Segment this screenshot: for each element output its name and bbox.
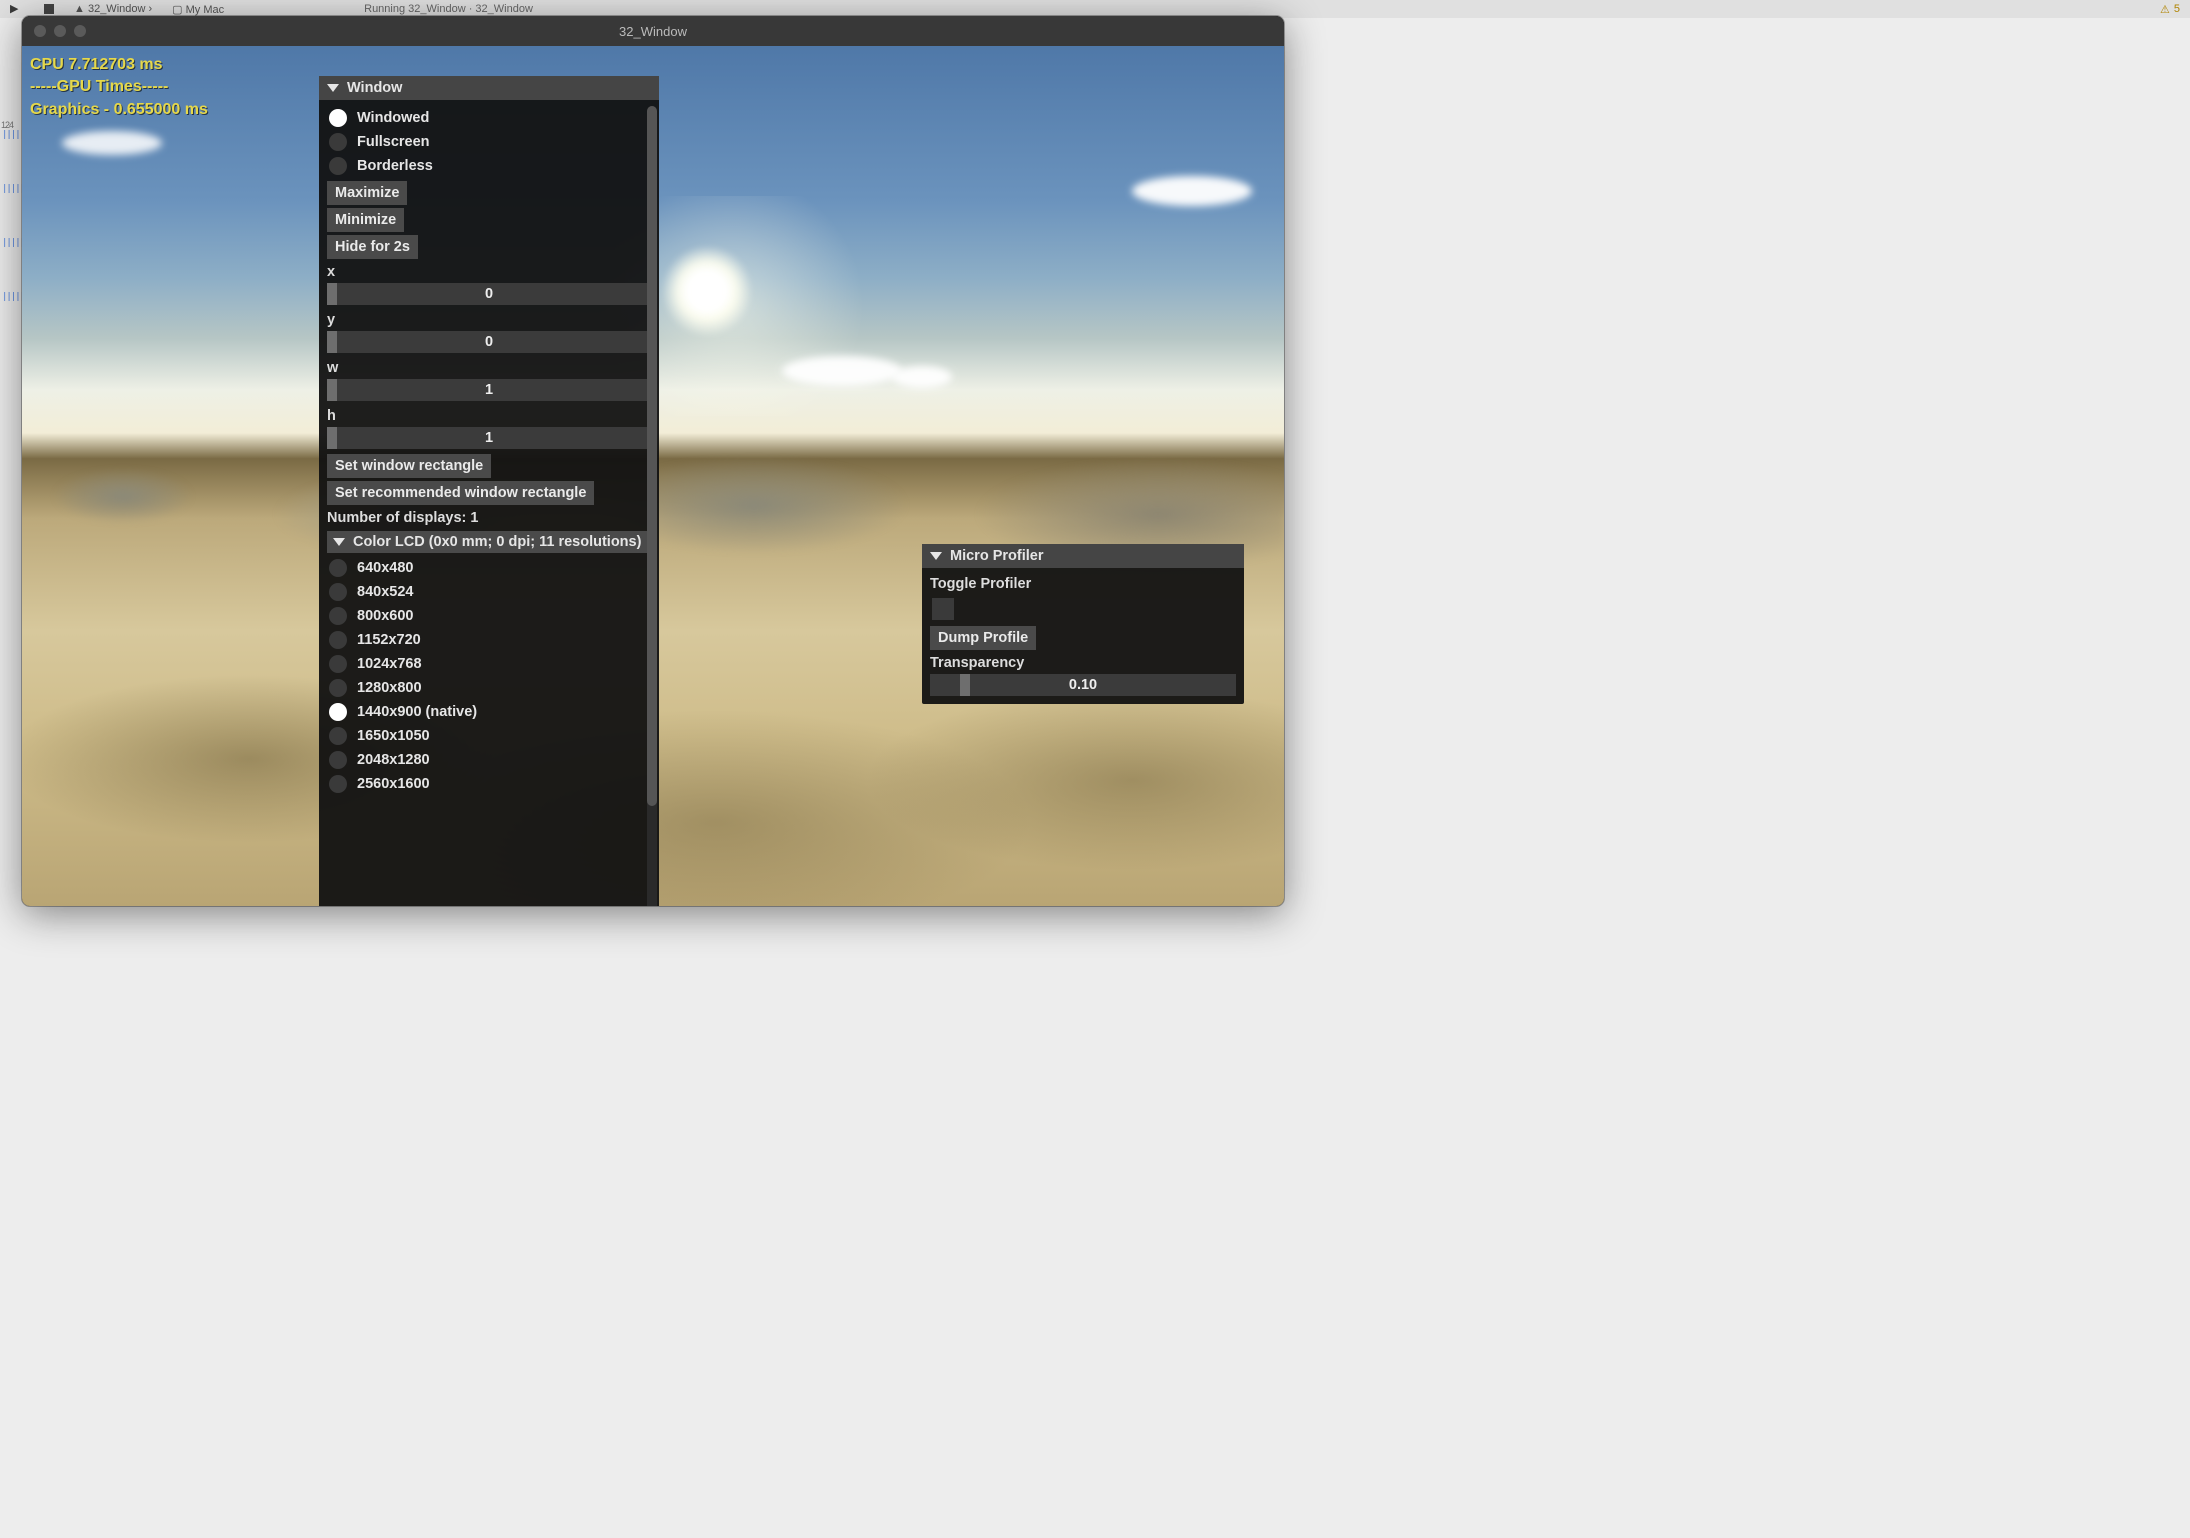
minimize-button[interactable]: Minimize xyxy=(327,208,404,232)
resolution-0[interactable]: 640x480 xyxy=(327,556,651,580)
resolution-label: 2560x1600 xyxy=(357,776,430,792)
caret-down-icon xyxy=(333,538,345,546)
radio-icon xyxy=(329,607,347,625)
radio-icon xyxy=(329,109,347,127)
play-icon[interactable]: ▶ xyxy=(10,2,24,16)
resolution-label: 1650x1050 xyxy=(357,728,430,744)
radio-icon xyxy=(329,631,347,649)
set-recommended-rect-button[interactable]: Set recommended window rectangle xyxy=(327,481,594,505)
resolution-9[interactable]: 2560x1600 xyxy=(327,772,651,796)
panel-micro-profiler[interactable]: Micro Profiler Toggle Profiler Dump Prof… xyxy=(922,544,1244,704)
window-mode-label: Fullscreen xyxy=(357,134,430,150)
resolution-8[interactable]: 2048x1280 xyxy=(327,748,651,772)
resolution-label: 1152x720 xyxy=(357,632,421,648)
slider-x[interactable]: 0 xyxy=(327,283,651,305)
window-mode-1[interactable]: Fullscreen xyxy=(327,130,651,154)
slider-w[interactable]: 1 xyxy=(327,379,651,401)
perf-overlay: CPU 7.712703 ms -----GPU Times----- Grap… xyxy=(30,54,208,121)
slider-h[interactable]: 1 xyxy=(327,427,651,449)
slider-y[interactable]: 0 xyxy=(327,331,651,353)
titlebar[interactable]: 32_Window xyxy=(22,16,1284,46)
radio-icon xyxy=(329,775,347,793)
radio-icon xyxy=(329,583,347,601)
transparency-label: Transparency xyxy=(930,653,1236,671)
breadcrumb-scheme[interactable]: ▲ 32_Window › xyxy=(74,3,152,15)
label-x: x xyxy=(327,262,651,280)
set-window-rect-button[interactable]: Set window rectangle xyxy=(327,454,491,478)
radio-icon xyxy=(329,157,347,175)
warning-badge[interactable]: ⚠ 5 xyxy=(2160,3,2180,16)
caret-down-icon xyxy=(930,552,942,560)
hide-button[interactable]: Hide for 2s xyxy=(327,235,418,259)
radio-icon xyxy=(329,655,347,673)
ide-status: Running 32_Window · 32_Window xyxy=(364,3,533,15)
resolution-6[interactable]: 1440x900 (native) xyxy=(327,700,651,724)
resolution-1[interactable]: 840x524 xyxy=(327,580,651,604)
resolution-label: 1280x800 xyxy=(357,680,422,696)
radio-icon xyxy=(329,703,347,721)
panel-window-settings[interactable]: Window Windowed Fullscreen Borderless Maxi… xyxy=(319,76,659,906)
resolution-label: 840x524 xyxy=(357,584,413,600)
label-w: w xyxy=(327,358,651,376)
resolution-label: 1440x900 (native) xyxy=(357,704,477,720)
displays-count: Number of displays: 1 xyxy=(327,508,651,526)
label-h: h xyxy=(327,406,651,424)
viewport-3d[interactable]: CPU 7.712703 ms -----GPU Times----- Grap… xyxy=(22,46,1284,906)
resolution-5[interactable]: 1280x800 xyxy=(327,676,651,700)
dump-profile-button[interactable]: Dump Profile xyxy=(930,626,1036,650)
radio-icon xyxy=(329,559,347,577)
resolution-3[interactable]: 1152x720 xyxy=(327,628,651,652)
resolution-label: 640x480 xyxy=(357,560,413,576)
toggle-profiler-label: Toggle Profiler xyxy=(930,574,1236,592)
scrollbar[interactable] xyxy=(647,106,657,906)
label-y: y xyxy=(327,310,651,328)
panel-profiler-title: Micro Profiler xyxy=(950,548,1043,564)
panel-window-header[interactable]: Window xyxy=(319,76,659,100)
app-window: 32_Window CPU 7.712703 ms -----GPU Times… xyxy=(22,16,1284,906)
radio-icon xyxy=(329,133,347,151)
window-mode-0[interactable]: Windowed xyxy=(327,106,651,130)
window-title: 32_Window xyxy=(22,24,1284,39)
resolution-label: 800x600 xyxy=(357,608,413,624)
radio-icon xyxy=(329,751,347,769)
resolution-label: 2048x1280 xyxy=(357,752,430,768)
radio-icon xyxy=(329,727,347,745)
window-mode-label: Borderless xyxy=(357,158,433,174)
maximize-button[interactable]: Maximize xyxy=(327,181,407,205)
scrollbar-thumb[interactable] xyxy=(647,106,657,806)
resolution-2[interactable]: 800x600 xyxy=(327,604,651,628)
breadcrumb-device[interactable]: ▢ My Mac xyxy=(172,3,224,16)
resolution-7[interactable]: 1650x1050 xyxy=(327,724,651,748)
window-mode-2[interactable]: Borderless xyxy=(327,154,651,178)
display-header[interactable]: Color LCD (0x0 mm; 0 dpi; 11 resolutions… xyxy=(327,531,651,553)
toggle-profiler-checkbox[interactable] xyxy=(932,598,954,620)
transparency-slider[interactable]: 0.10 xyxy=(930,674,1236,696)
resolution-4[interactable]: 1024x768 xyxy=(327,652,651,676)
panel-profiler-header[interactable]: Micro Profiler xyxy=(922,544,1244,568)
radio-icon xyxy=(329,679,347,697)
sun xyxy=(662,246,752,336)
window-mode-label: Windowed xyxy=(357,110,429,126)
stop-icon[interactable] xyxy=(44,4,54,14)
panel-window-title: Window xyxy=(347,80,402,96)
resolution-label: 1024x768 xyxy=(357,656,422,672)
caret-down-icon xyxy=(327,84,339,92)
